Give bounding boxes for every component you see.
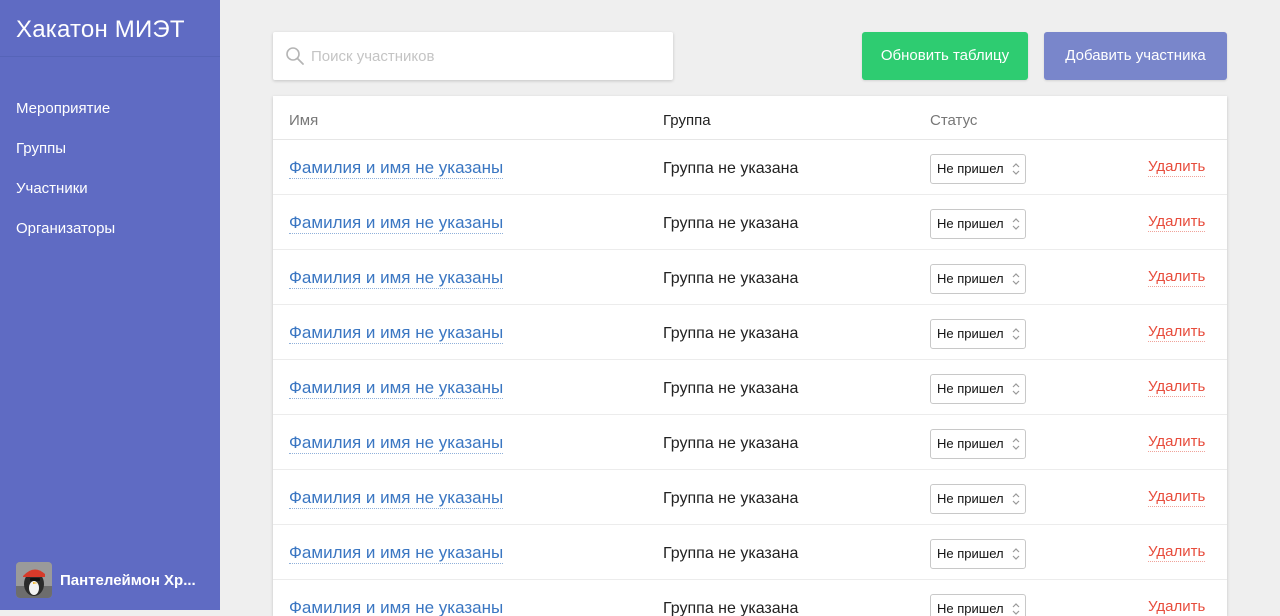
delete-link[interactable]: Удалить (1148, 213, 1206, 232)
status-select-value: Не пришел (937, 326, 1004, 341)
delete-link[interactable]: Удалить (1148, 598, 1205, 616)
status-select-value: Не пришел (937, 216, 1004, 231)
search-icon (285, 46, 305, 66)
select-arrows-icon (1012, 383, 1020, 395)
table-row: Фамилия и имя не указаны Группа не указан… (273, 525, 1227, 580)
select-arrows-icon (1012, 603, 1020, 615)
status-select-value: Не пришел (937, 491, 1004, 506)
column-header-name[interactable]: Имя (289, 112, 318, 129)
participant-group: Группа не указана (663, 325, 799, 342)
status-select-value: Не пришел (937, 381, 1004, 396)
select-arrows-icon (1012, 548, 1020, 560)
delete-link[interactable]: Удалить (1148, 268, 1206, 287)
table-row: Фамилия и имя не указаны Группа не указан… (273, 195, 1227, 250)
status-select[interactable]: Не пришел (930, 209, 1026, 239)
refresh-table-button[interactable]: Обновить таблицу (862, 32, 1028, 80)
table-row: Фамилия и имя не указаны Группа не указан… (273, 360, 1227, 415)
delete-link[interactable]: Удалить (1148, 378, 1206, 397)
table-row: Фамилия и имя не указаны Группа не указан… (273, 470, 1227, 525)
select-arrows-icon (1012, 438, 1020, 450)
app-title[interactable]: Хакатон МИЭТ (0, 0, 220, 57)
user-profile[interactable]: Пантелеймон Хр... (16, 562, 212, 598)
participant-name-link[interactable]: Фамилия и имя не указаны (289, 488, 504, 509)
table-row: Фамилия и имя не указаны Группа не указан… (273, 580, 1227, 616)
table-body: Фамилия и имя не указаны Группа не указан… (273, 140, 1227, 616)
status-select[interactable]: Не пришел (930, 484, 1026, 514)
table-row: Фамилия и имя не указаны Группа не указан… (273, 305, 1227, 360)
status-select[interactable]: Не пришел (930, 154, 1026, 184)
participant-group: Группа не указана (663, 490, 799, 507)
table-header: Имя Группа Статус (273, 96, 1227, 140)
delete-link[interactable]: Удалить (1148, 323, 1206, 342)
participant-group: Группа не указана (663, 270, 799, 287)
delete-link[interactable]: Удалить (1148, 488, 1206, 507)
status-select[interactable]: Не пришел (930, 539, 1026, 569)
participant-group: Группа не указана (663, 435, 799, 452)
sidebar-nav: Мероприятие Группы Участники Организатор… (0, 57, 220, 249)
sidebar-item-participants[interactable]: Участники (0, 169, 220, 209)
participant-name-link[interactable]: Фамилия и имя не указаны (289, 598, 503, 616)
participant-group: Группа не указана (663, 545, 799, 562)
delete-link[interactable]: Удалить (1148, 543, 1206, 562)
participant-group: Группа не указана (663, 160, 799, 177)
participant-name-link[interactable]: Фамилия и имя не указаны (289, 323, 504, 344)
status-select-value: Не пришел (937, 546, 1004, 561)
status-select-value: Не пришел (937, 601, 1004, 616)
participant-name-link[interactable]: Фамилия и имя не указаны (289, 433, 504, 454)
participant-group: Группа не указана (663, 600, 799, 616)
sidebar: Хакатон МИЭТ Мероприятие Группы Участник… (0, 0, 220, 610)
sidebar-item-groups[interactable]: Группы (0, 129, 220, 169)
delete-link[interactable]: Удалить (1148, 158, 1206, 177)
participant-group: Группа не указана (663, 215, 799, 232)
select-arrows-icon (1012, 273, 1020, 285)
add-participant-button[interactable]: Добавить участника (1044, 32, 1227, 80)
status-select[interactable]: Не пришел (930, 429, 1026, 459)
table-row: Фамилия и имя не указаны Группа не указан… (273, 140, 1227, 195)
participant-name-link[interactable]: Фамилия и имя не указаны (289, 158, 504, 179)
participant-name-link[interactable]: Фамилия и имя не указаны (289, 378, 504, 399)
participant-name-link[interactable]: Фамилия и имя не указаны (289, 543, 504, 564)
search-input[interactable] (311, 47, 651, 65)
table-row: Фамилия и имя не указаны Группа не указан… (273, 415, 1227, 470)
avatar (16, 562, 52, 598)
column-header-group[interactable]: Группа (663, 112, 711, 129)
status-select[interactable]: Не пришел (930, 264, 1026, 294)
search-box (273, 32, 673, 80)
select-arrows-icon (1012, 163, 1020, 175)
status-select-value: Не пришел (937, 161, 1004, 176)
delete-link[interactable]: Удалить (1148, 433, 1206, 452)
status-select[interactable]: Не пришел (930, 594, 1026, 616)
user-name: Пантелеймон Хр... (60, 571, 196, 589)
column-header-status[interactable]: Статус (930, 112, 977, 129)
select-arrows-icon (1012, 493, 1020, 505)
participant-name-link[interactable]: Фамилия и имя не указаны (289, 213, 504, 234)
select-arrows-icon (1012, 328, 1020, 340)
participant-name-link[interactable]: Фамилия и имя не указаны (289, 268, 504, 289)
sidebar-item-organizers[interactable]: Организаторы (0, 209, 220, 249)
status-select[interactable]: Не пришел (930, 319, 1026, 349)
participant-group: Группа не указана (663, 380, 799, 397)
status-select-value: Не пришел (937, 271, 1004, 286)
participants-table: Имя Группа Статус Фамилия и имя не указа… (273, 96, 1227, 616)
status-select[interactable]: Не пришел (930, 374, 1026, 404)
status-select-value: Не пришел (937, 436, 1004, 451)
table-row: Фамилия и имя не указаны Группа не указан… (273, 250, 1227, 305)
select-arrows-icon (1012, 218, 1020, 230)
sidebar-item-event[interactable]: Мероприятие (0, 89, 220, 129)
